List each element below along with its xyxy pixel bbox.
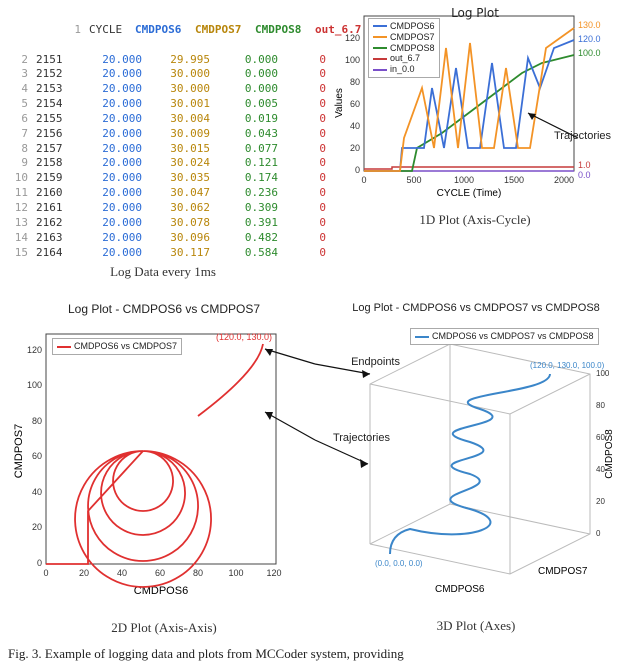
endpoint-arrows: [260, 344, 380, 504]
table-row: 3215220.00030.0000.0000: [8, 67, 318, 82]
plot-2d-endlabel: (120.0, 130.0): [216, 332, 272, 342]
trajectories-arrow-1d: [518, 108, 598, 148]
svg-text:60: 60: [32, 451, 42, 461]
plot-3d-legend: CMDPOS6 vs CMDPOS7 vs CMDPOS8: [410, 328, 599, 345]
svg-text:120: 120: [345, 33, 360, 43]
svg-text:20: 20: [596, 497, 605, 506]
log-table-panel: 1CYCLECMDPOS6CMDPOS7CMDPOS8out_6.7 22151…: [8, 8, 318, 280]
svg-text:120: 120: [27, 345, 42, 355]
svg-text:40: 40: [117, 568, 127, 578]
table-row: 13216220.00030.0780.3910: [8, 216, 318, 231]
table-row: 15216420.00030.1170.5840: [8, 246, 318, 261]
plot-1d-legend: CMDPOS6 CMDPOS7 CMDPOS8 out_6.7 in_0.0: [368, 18, 440, 78]
svg-text:100: 100: [27, 380, 42, 390]
log-table: 1CYCLECMDPOS6CMDPOS7CMDPOS8out_6.7 22151…: [8, 8, 318, 260]
svg-text:1.0: 1.0: [578, 160, 591, 170]
plot-3d-title: Log Plot - CMDPOS6 vs CMDPOS7 vs CMDPOS8: [320, 302, 632, 314]
caption-1d: 1D Plot (Axis-Cycle): [318, 212, 632, 228]
svg-text:0.0: 0.0: [578, 170, 591, 180]
svg-text:100: 100: [228, 568, 243, 578]
plot-1d-panel: Log Plot 0 20 40 60 80 100 120 0 500 10: [318, 8, 632, 280]
plot-2d-title: Log Plot - CMDPOS6 vs CMDPOS7: [8, 302, 320, 316]
svg-text:0: 0: [37, 558, 42, 568]
svg-text:2000: 2000: [554, 175, 574, 185]
caption-2d: 2D Plot (Axis-Axis): [8, 620, 320, 636]
svg-text:20: 20: [32, 522, 42, 532]
svg-text:0: 0: [43, 568, 48, 578]
svg-text:20: 20: [79, 568, 89, 578]
plot-2d-legend: CMDPOS6 vs CMDPOS7: [52, 338, 182, 355]
svg-text:100: 100: [596, 369, 610, 378]
plot-3d-endlabel-top: (120.0, 130.0, 100.0): [530, 361, 605, 370]
svg-text:100: 100: [345, 55, 360, 65]
plot-3d-panel: Log Plot - CMDPOS6 vs CMDPOS7 vs CMDPOS8…: [320, 302, 632, 636]
annot-trajectories-1d: Trajectories: [554, 130, 611, 142]
svg-text:40: 40: [350, 121, 360, 131]
caption-log-table: Log Data every 1ms: [8, 264, 318, 280]
svg-text:60: 60: [155, 568, 165, 578]
svg-text:0: 0: [361, 175, 366, 185]
plot-2d-ylabel: CMDPOS7: [13, 424, 25, 478]
svg-text:0: 0: [596, 529, 601, 538]
table-row: 14216320.00030.0960.4820: [8, 231, 318, 246]
table-row: 6215520.00030.0040.0190: [8, 112, 318, 127]
table-row: 12216120.00030.0620.3090: [8, 201, 318, 216]
table-row: 4215320.00030.0000.0000: [8, 82, 318, 97]
table-row: 7215620.00030.0090.0430: [8, 127, 318, 142]
plot-1d-xlabel: CYCLE (Time): [437, 188, 502, 198]
table-row: 10215920.00030.0350.1740: [8, 171, 318, 186]
plot-1d-title: Log Plot: [318, 6, 632, 20]
svg-text:60: 60: [350, 99, 360, 109]
table-row: 2215120.00029.9950.0000: [8, 53, 318, 68]
caption-3d: 3D Plot (Axes): [320, 618, 632, 634]
table-row: 9215820.00030.0240.1210: [8, 156, 318, 171]
svg-text:100.0: 100.0: [578, 48, 601, 58]
svg-text:80: 80: [193, 568, 203, 578]
svg-text:20: 20: [350, 143, 360, 153]
svg-text:120.0: 120.0: [578, 34, 601, 44]
plot-3d-ylabel: CMDPOS7: [538, 566, 588, 577]
svg-text:500: 500: [406, 175, 421, 185]
svg-text:130.0: 130.0: [578, 20, 601, 30]
svg-text:1000: 1000: [454, 175, 474, 185]
table-row: 11216020.00030.0470.2360: [8, 186, 318, 201]
svg-text:80: 80: [350, 77, 360, 87]
svg-text:0: 0: [355, 165, 360, 175]
svg-text:1500: 1500: [504, 175, 524, 185]
table-header: 1CYCLECMDPOS6CMDPOS7CMDPOS8out_6.7: [8, 8, 318, 53]
plot-3d-xlabel: CMDPOS6: [435, 584, 485, 595]
svg-text:80: 80: [32, 416, 42, 426]
table-row: 8215720.00030.0150.0770: [8, 142, 318, 157]
plot-1d-ylabel: Values: [334, 88, 345, 118]
figure-caption: Fig. 3. Example of logging data and plot…: [8, 646, 632, 662]
table-row: 5215420.00030.0010.0050: [8, 97, 318, 112]
svg-text:80: 80: [596, 401, 605, 410]
trajectory-3d: [390, 374, 550, 554]
plot-3d-endlabel-bot: (0.0, 0.0, 0.0): [375, 559, 423, 568]
svg-text:120: 120: [266, 568, 281, 578]
plot-3d-zlabel: CMDPOS8: [604, 429, 615, 479]
svg-text:40: 40: [32, 487, 42, 497]
